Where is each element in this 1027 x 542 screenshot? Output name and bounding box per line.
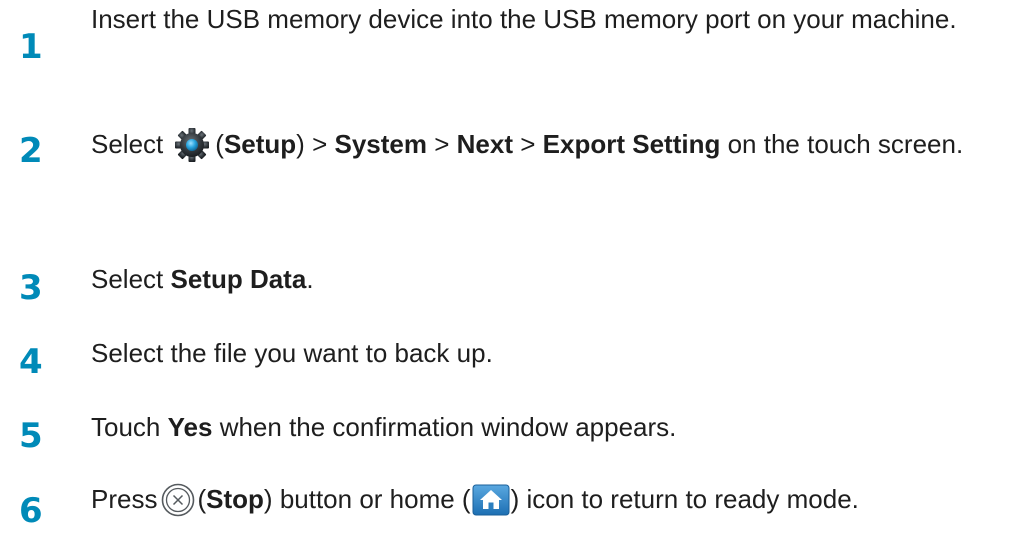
step-number: 4 (19, 342, 43, 382)
step-text: Press (Stop) button or home ( ) icon to … (91, 480, 1011, 518)
yes-label: Yes (167, 412, 213, 442)
step-number: 1 (19, 27, 43, 67)
select-word: Select (91, 129, 164, 159)
setup-data-label: Setup Data (170, 264, 307, 294)
step-text: Select Setup Data. (91, 264, 314, 294)
gear-icon (169, 126, 215, 164)
system-label: System (334, 129, 428, 159)
step-text: Insert the USB memory device into the US… (91, 4, 957, 34)
stop-icon (161, 483, 195, 517)
step-number: 3 (19, 268, 43, 308)
setup-label: Setup (223, 129, 297, 159)
step-text: Select (Setup) > System > Next > Export … (91, 125, 1011, 163)
export-setting-label: Export Setting (542, 129, 721, 159)
stop-label: Stop (206, 484, 264, 514)
step-number: 5 (19, 416, 43, 456)
next-label: Next (456, 129, 514, 159)
step-text: Select the file you want to back up. (91, 338, 493, 368)
step-text: Touch Yes when the confirmation window a… (91, 412, 677, 442)
step-number: 6 (19, 491, 43, 531)
step-number: 2 (19, 131, 43, 171)
home-icon (472, 484, 510, 516)
